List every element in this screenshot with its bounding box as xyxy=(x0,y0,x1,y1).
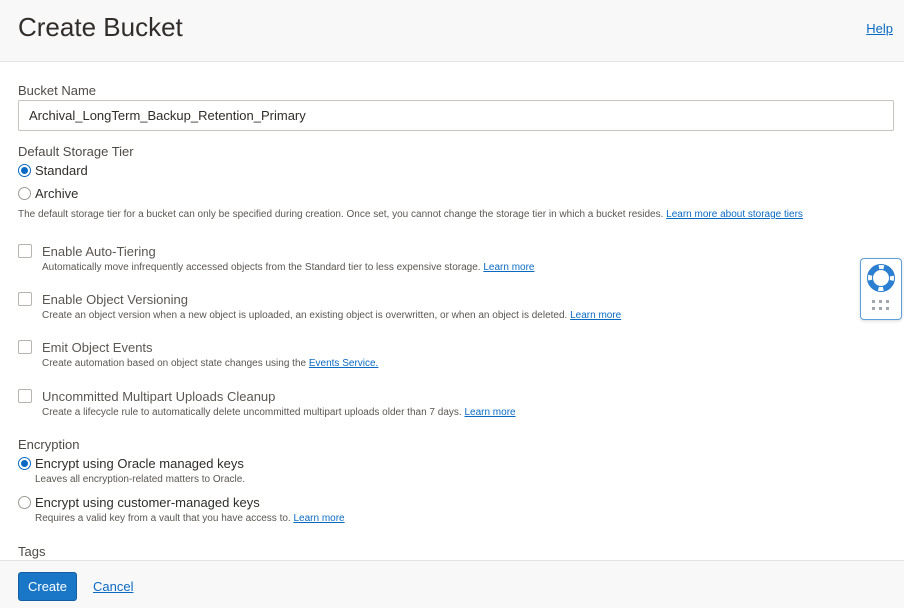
radio-oracle-managed-keys[interactable] xyxy=(18,457,31,470)
customer-managed-keys-help-text: Requires a valid key from a vault that y… xyxy=(35,513,291,524)
multipart-cleanup-help: Create a lifecycle rule to automatically… xyxy=(42,407,516,418)
auto-tiering-help: Automatically move infrequently accessed… xyxy=(42,262,534,273)
storage-tier-help-text: The default storage tier for a bucket ca… xyxy=(18,209,664,220)
oracle-managed-keys-label[interactable]: Encrypt using Oracle managed keys xyxy=(35,456,244,471)
bucket-name-label: Bucket Name xyxy=(18,83,97,98)
events-service-link[interactable]: Events Service. xyxy=(309,358,378,369)
object-versioning-help-text: Create an object version when a new obje… xyxy=(42,310,568,321)
auto-tiering-checkbox[interactable] xyxy=(18,244,32,258)
auto-tiering-help-text: Automatically move infrequently accessed… xyxy=(42,262,481,273)
bucket-name-input[interactable]: Archival_LongTerm_Backup_Retention_Prima… xyxy=(18,100,894,131)
storage-tier-help: The default storage tier for a bucket ca… xyxy=(18,209,803,220)
object-versioning-checkbox[interactable] xyxy=(18,292,32,306)
multipart-cleanup-learn-more-link[interactable]: Learn more xyxy=(464,407,515,418)
grid-dots-icon[interactable] xyxy=(861,297,903,317)
oracle-managed-keys-help: Leaves all encryption-related matters to… xyxy=(35,474,246,485)
tags-label: Tags xyxy=(18,544,46,559)
emit-events-help-text: Create automation based on object state … xyxy=(42,358,307,369)
emit-events-label[interactable]: Emit Object Events xyxy=(42,340,153,355)
encryption-label: Encryption xyxy=(18,437,80,452)
page-header: Create Bucket Help xyxy=(0,0,904,62)
emit-events-help: Create automation based on object state … xyxy=(42,358,378,369)
storage-tier-label: Default Storage Tier xyxy=(18,144,134,159)
customer-managed-keys-label[interactable]: Encrypt using customer-managed keys xyxy=(35,495,260,510)
radio-standard-label[interactable]: Standard xyxy=(35,163,88,178)
page-title: Create Bucket xyxy=(18,12,183,42)
multipart-cleanup-label[interactable]: Uncommitted Multipart Uploads Cleanup xyxy=(42,389,275,404)
help-link[interactable]: Help xyxy=(866,21,893,36)
customer-managed-keys-help: Requires a valid key from a vault that y… xyxy=(35,513,345,524)
cancel-link[interactable]: Cancel xyxy=(93,579,133,594)
radio-archive[interactable] xyxy=(18,187,31,200)
radio-standard[interactable] xyxy=(18,164,31,177)
learn-more-storage-tiers-link[interactable]: Learn more about storage tiers xyxy=(666,209,803,220)
emit-events-checkbox[interactable] xyxy=(18,340,32,354)
form-footer: Create Cancel xyxy=(0,560,904,608)
multipart-cleanup-help-text: Create a lifecycle rule to automatically… xyxy=(42,407,462,418)
radio-customer-managed-keys[interactable] xyxy=(18,496,31,509)
customer-managed-keys-learn-more-link[interactable]: Learn more xyxy=(293,513,344,524)
radio-archive-label[interactable]: Archive xyxy=(35,186,78,201)
create-button[interactable]: Create xyxy=(18,572,77,601)
create-bucket-form: Bucket Name Archival_LongTerm_Backup_Ret… xyxy=(0,62,904,560)
object-versioning-label[interactable]: Enable Object Versioning xyxy=(42,292,188,307)
object-versioning-help: Create an object version when a new obje… xyxy=(42,310,621,321)
auto-tiering-learn-more-link[interactable]: Learn more xyxy=(483,262,534,273)
multipart-cleanup-checkbox[interactable] xyxy=(18,389,32,403)
auto-tiering-label[interactable]: Enable Auto-Tiering xyxy=(42,244,156,259)
floating-help-widget[interactable] xyxy=(860,258,902,320)
object-versioning-learn-more-link[interactable]: Learn more xyxy=(570,310,621,321)
